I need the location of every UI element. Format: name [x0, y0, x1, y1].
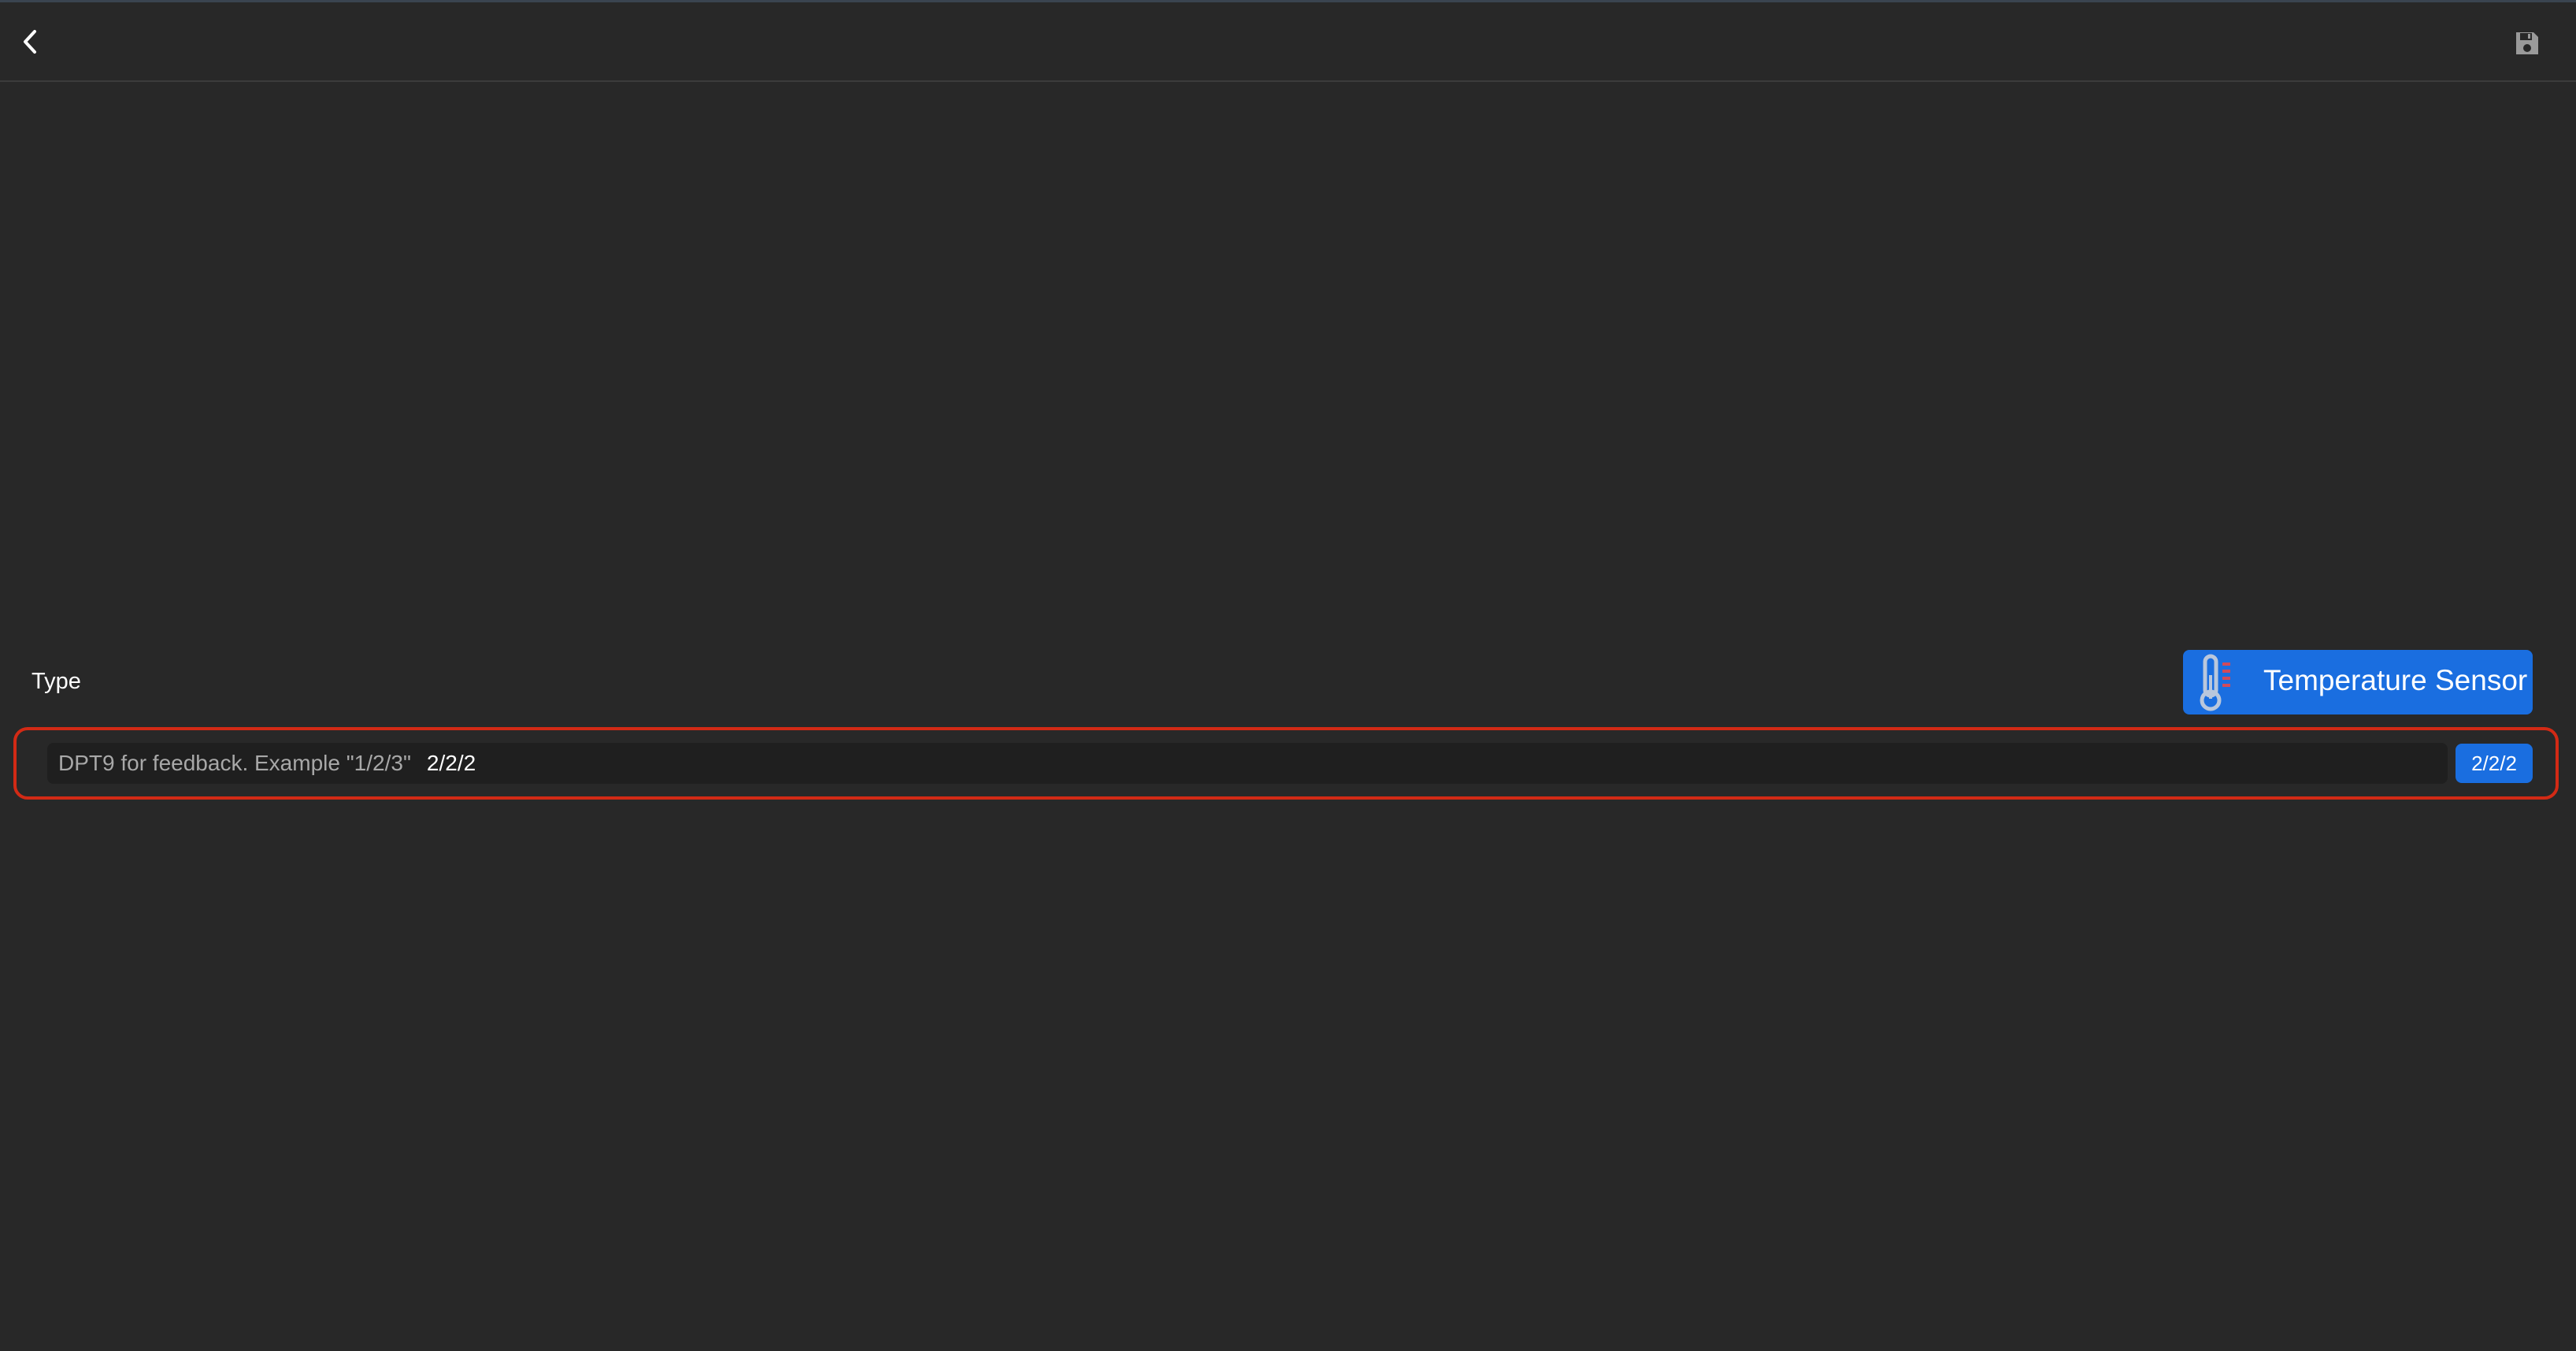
type-button-label: Temperature Sensor: [2263, 664, 2528, 696]
feedback-address-label: DPT9 for feedback. Example "1/2/3": [58, 751, 411, 775]
feedback-address-row: DPT9 for feedback. Example "1/2/3": [47, 743, 2448, 784]
back-button[interactable]: [13, 24, 47, 59]
feedback-address-input[interactable]: [426, 746, 2448, 781]
thermometer-icon: [2200, 654, 2230, 711]
save-button[interactable]: [2510, 26, 2544, 61]
type-label: Type: [32, 669, 81, 694]
address-badge-button[interactable]: 2/2/2: [2456, 744, 2533, 783]
floppy-disk-icon: [2516, 32, 2538, 54]
type-select-button[interactable]: Temperature Sensor: [2183, 650, 2533, 714]
chevron-left-icon: [24, 30, 36, 54]
top-bar: [0, 0, 2576, 82]
